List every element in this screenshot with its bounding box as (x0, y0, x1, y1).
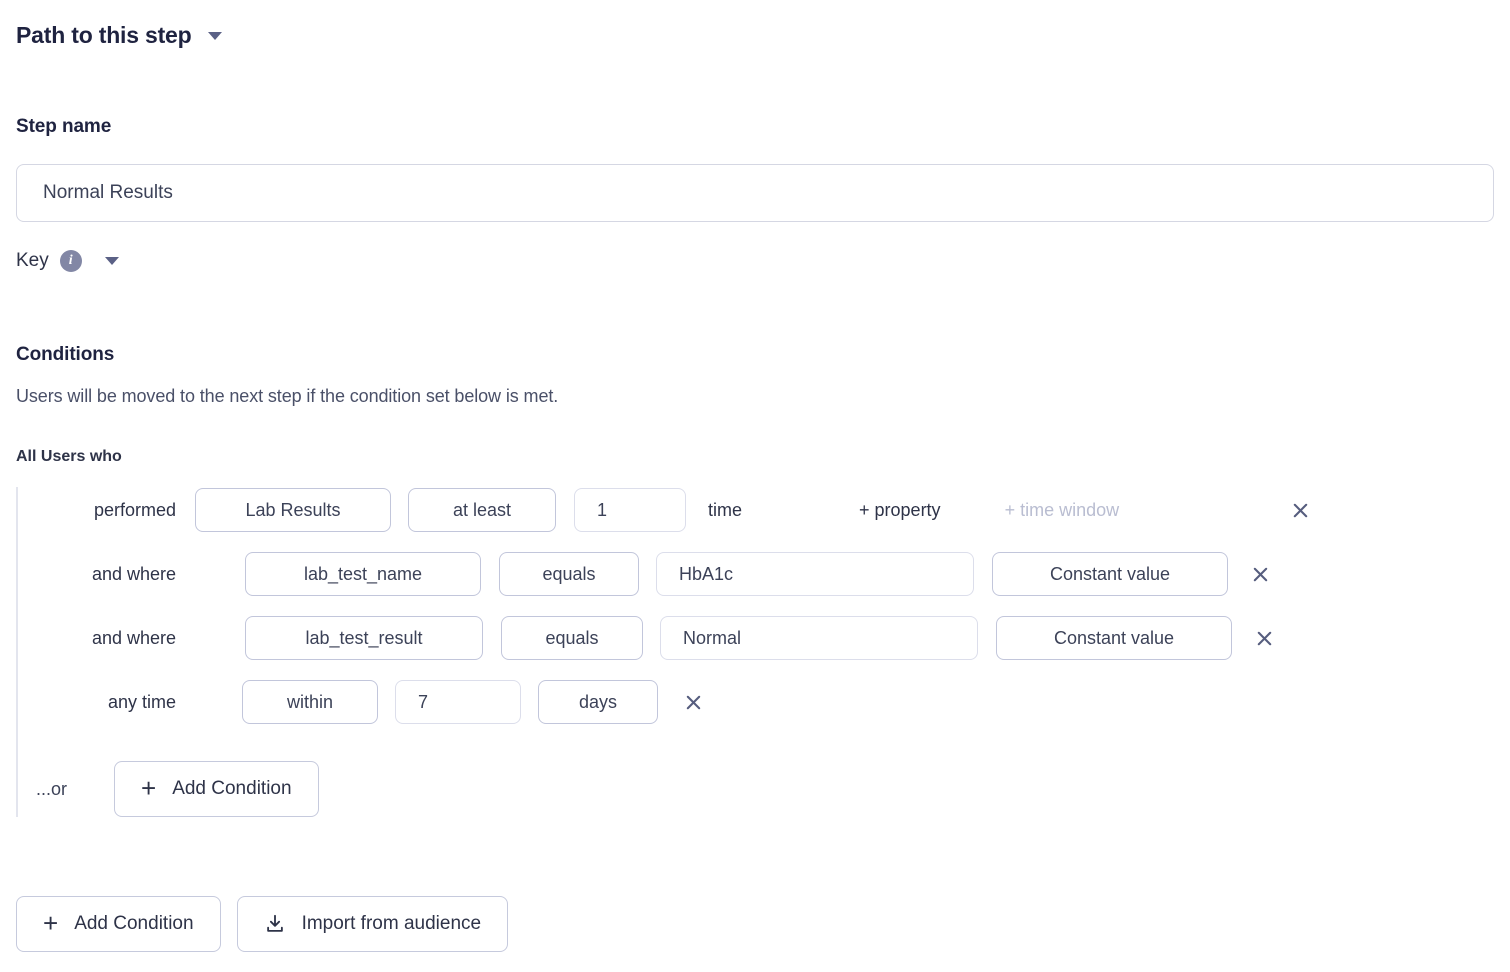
time-unit-select[interactable]: days (538, 680, 658, 724)
page-title: Path to this step (16, 22, 192, 49)
remove-property-row-button[interactable] (1247, 561, 1273, 587)
step-name-label: Step name (16, 116, 111, 138)
conditions-helper-text: Users will be moved to the next step if … (16, 386, 558, 407)
and-where-label: and where (36, 628, 176, 649)
chevron-down-icon[interactable] (208, 32, 222, 40)
any-time-label: any time (36, 692, 176, 713)
remove-performed-row-button[interactable] (1287, 497, 1313, 523)
time-window-row: any time within 7 days (36, 679, 1486, 725)
time-amount-input[interactable]: 7 (395, 680, 521, 724)
remove-time-window-button[interactable] (680, 689, 706, 715)
step-name-input[interactable] (16, 164, 1494, 222)
add-condition-inner-button[interactable]: + Add Condition (114, 761, 319, 817)
property-comparator-select[interactable]: equals (499, 552, 639, 596)
occurrence-count-input[interactable]: 1 (574, 488, 686, 532)
event-select[interactable]: Lab Results (195, 488, 391, 532)
remove-property-row-button[interactable] (1251, 625, 1277, 651)
condition-group: performed Lab Results at least 1 time + … (16, 487, 1486, 817)
and-where-label: and where (36, 564, 176, 585)
property-value-input[interactable]: Normal (660, 616, 978, 660)
performed-label: performed (36, 500, 176, 521)
time-operator-select[interactable]: within (242, 680, 378, 724)
occurrence-operator-select[interactable]: at least (408, 488, 556, 532)
property-value-type-select[interactable]: Constant value (992, 552, 1228, 596)
add-condition-inner-label: Add Condition (172, 778, 291, 800)
add-time-window-button[interactable]: + time window (1005, 500, 1120, 521)
property-row: and where lab_test_result equals Normal … (36, 615, 1486, 661)
key-label: Key (16, 250, 49, 272)
step-editor-panel: Path to this step Step name Key i Condit… (0, 0, 1510, 972)
property-value-type-select[interactable]: Constant value (996, 616, 1232, 660)
conditions-label: Conditions (16, 344, 114, 366)
add-condition-label: Add Condition (74, 913, 193, 935)
path-to-this-step-dropdown[interactable]: Path to this step (16, 22, 222, 49)
property-name-select[interactable]: lab_test_result (245, 616, 483, 660)
all-users-label: All Users who (16, 448, 122, 466)
plus-icon: + (43, 910, 58, 936)
key-chevron-down-icon[interactable] (105, 257, 119, 265)
or-label: ...or (36, 779, 96, 800)
occurrence-unit-label: time (708, 500, 742, 521)
or-add-condition-row: ...or + Add Condition (36, 761, 1486, 817)
info-icon[interactable]: i (60, 250, 82, 272)
add-condition-button[interactable]: + Add Condition (16, 896, 221, 952)
performed-row: performed Lab Results at least 1 time + … (36, 487, 1486, 533)
property-row: and where lab_test_name equals HbA1c Con… (36, 551, 1486, 597)
key-row: Key i (16, 250, 119, 272)
import-from-audience-button[interactable]: Import from audience (237, 896, 509, 952)
property-comparator-select[interactable]: equals (501, 616, 643, 660)
property-name-select[interactable]: lab_test_name (245, 552, 481, 596)
download-icon (264, 913, 286, 935)
plus-icon: + (141, 775, 156, 801)
import-from-audience-label: Import from audience (302, 913, 482, 935)
footer-actions: + Add Condition Import from audience (16, 896, 508, 952)
add-property-button[interactable]: + property (859, 500, 941, 521)
property-value-input[interactable]: HbA1c (656, 552, 974, 596)
